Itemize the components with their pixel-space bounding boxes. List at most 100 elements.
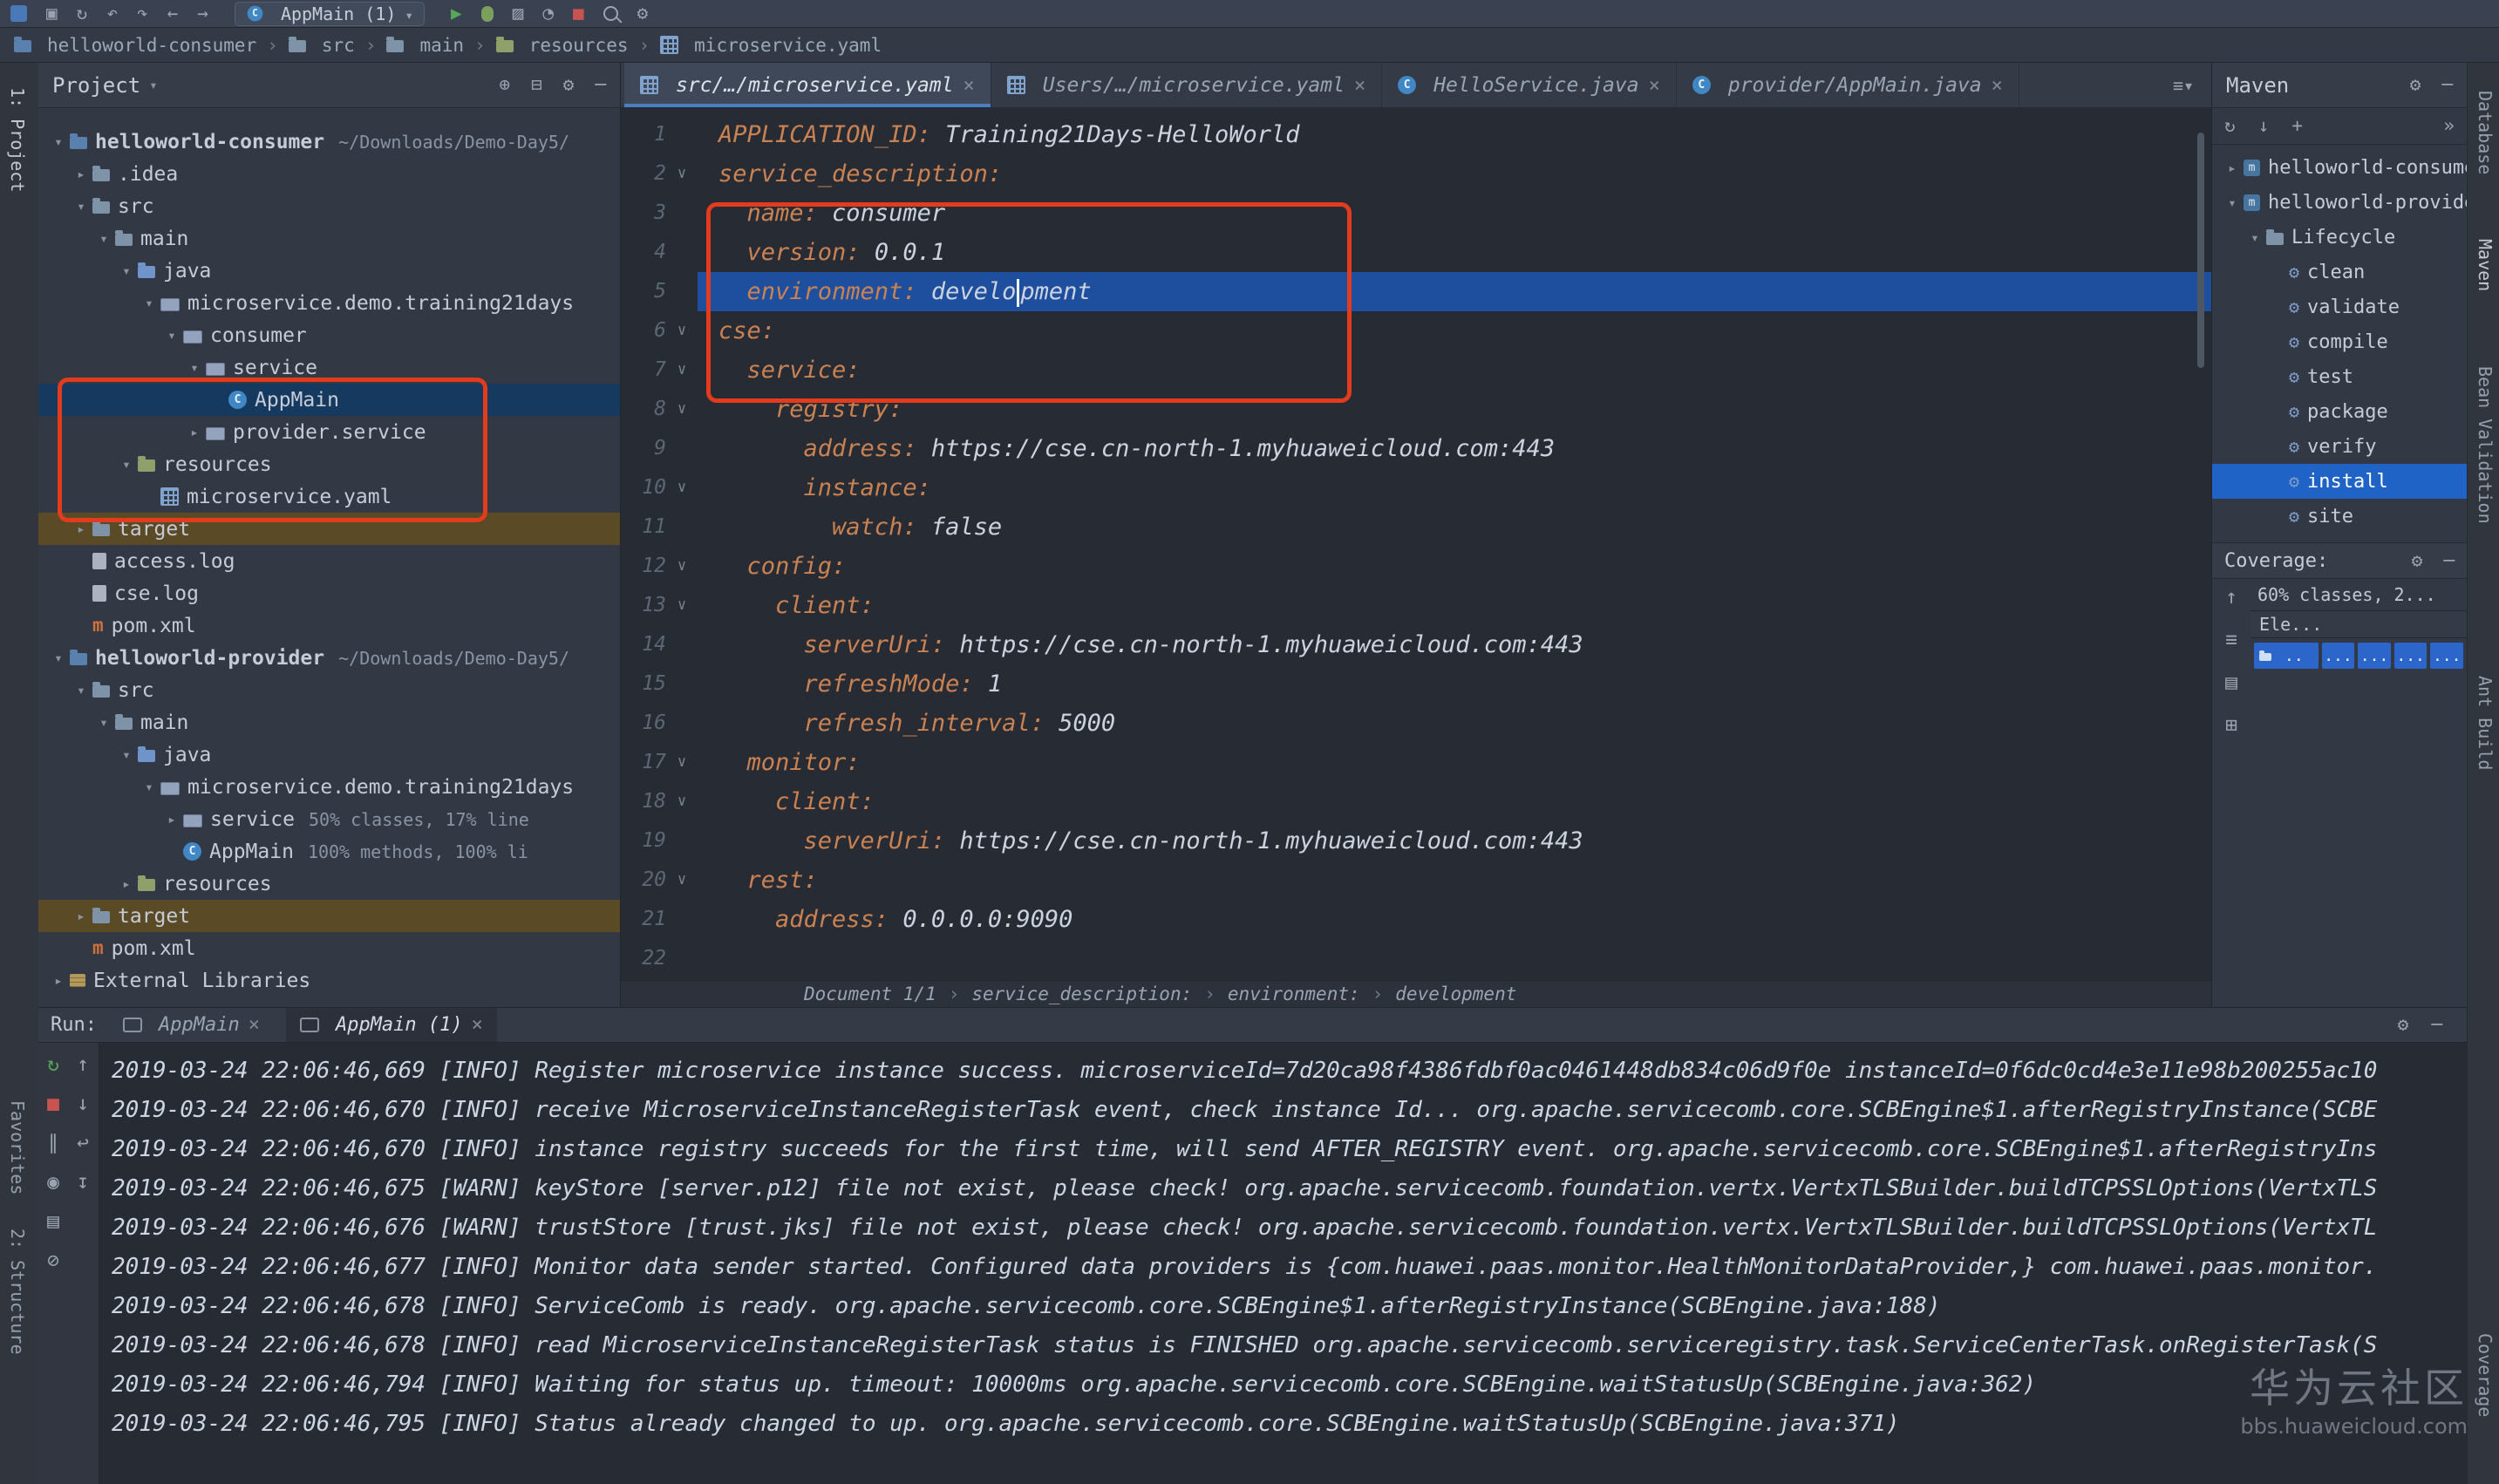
tree-row-src[interactable]: ▾src [38, 674, 620, 706]
expand-arrow-icon[interactable]: ▸ [70, 521, 92, 537]
tool-button-project[interactable]: 1: Project [7, 87, 28, 192]
sync-icon[interactable]: ↻ [2224, 117, 2236, 135]
tree-row-microservice-yaml[interactable]: microservice.yaml [38, 480, 620, 513]
tree-row-helloworld-provider[interactable]: ▾helloworld-provider [2212, 185, 2467, 220]
hide-icon[interactable]: ─ [2431, 1016, 2442, 1034]
coverage-cell[interactable]: ... [2358, 643, 2391, 669]
tree-row-helloworld-provider[interactable]: ▾helloworld-provider~/Downloads/Demo-Day… [38, 642, 620, 674]
tree-row-cse-log[interactable]: cse.log [38, 577, 620, 609]
coverage-cell[interactable]: ... [2430, 643, 2463, 669]
redo-icon[interactable]: ↷ [137, 4, 148, 23]
breadcrumb-item[interactable]: resources [496, 35, 629, 56]
expand-arrow-icon[interactable]: ▾ [70, 198, 92, 214]
forward-icon[interactable]: → [197, 4, 208, 23]
expand-arrow-icon[interactable]: ▾ [92, 230, 115, 247]
expand-arrow-icon[interactable]: ▸ [160, 811, 183, 827]
clear-icon[interactable]: ⊘ [47, 1251, 59, 1271]
locate-icon[interactable]: ⊕ [499, 76, 510, 94]
tree-row-helloworld-consumer[interactable]: ▾helloworld-consumer~/Downloads/Demo-Day… [38, 126, 620, 158]
debug-icon[interactable] [481, 6, 494, 22]
code-line-12[interactable]: 12∨ config: [621, 547, 2211, 586]
tool-button-bean-validation[interactable]: Bean Validation [2475, 366, 2496, 524]
expand-arrow-icon[interactable]: ▸ [70, 166, 92, 182]
download-icon[interactable]: ↓ [2258, 117, 2270, 135]
status-breadcrumb-item[interactable]: environment: [1228, 984, 1360, 1004]
search-icon[interactable] [603, 6, 618, 21]
softwrap-icon[interactable]: ↩ [77, 1133, 89, 1154]
expand-arrow-icon[interactable]: ▾ [47, 650, 70, 666]
code-line-6[interactable]: 6∨cse: [621, 311, 2211, 351]
tree-row-clean[interactable]: ⚙clean [2212, 255, 2467, 289]
add-icon[interactable]: + [2291, 117, 2303, 135]
expand-arrow-icon[interactable]: ▾ [115, 262, 138, 279]
coverage-table-row[interactable]: .............. [2250, 638, 2467, 673]
tree-row-java[interactable]: ▾java [38, 739, 620, 771]
fold-arrow-icon[interactable]: ∨ [666, 154, 698, 194]
tree-row-helloworld-consumer[interactable]: ▸helloworld-consumer [2212, 150, 2467, 185]
tabs-list-icon[interactable] [2173, 75, 2194, 96]
code-line-4[interactable]: 4 version: 0.0.1 [621, 233, 2211, 272]
fold-arrow-icon[interactable]: ∨ [666, 782, 698, 821]
code-line-7[interactable]: 7∨ service: [621, 351, 2211, 390]
coverage-column-header[interactable]: Ele... [2250, 610, 2467, 638]
tree-row-appmain[interactable]: AppMain [38, 384, 620, 416]
code-line-8[interactable]: 8∨ registry: [621, 390, 2211, 429]
fold-arrow-icon[interactable]: ∨ [666, 468, 698, 507]
tree-row-src[interactable]: ▾src [38, 190, 620, 222]
code-line-20[interactable]: 20∨ rest: [621, 861, 2211, 900]
tree-row-test[interactable]: ⚙test [2212, 359, 2467, 394]
code-line-2[interactable]: 2∨service_description: [621, 154, 2211, 194]
rerun-icon[interactable]: ↻ [47, 1055, 59, 1075]
editor-tab-helloservice-java[interactable]: HelloService.java [1382, 63, 1677, 107]
expand-arrow-icon[interactable]: ▾ [2244, 229, 2266, 246]
tree-row-external-libraries[interactable]: ▸External Libraries [38, 964, 620, 997]
expand-arrow-icon[interactable]: ▾ [2221, 194, 2244, 211]
breadcrumb-item[interactable]: src [289, 35, 355, 56]
tree-row-resources[interactable]: ▾resources [38, 448, 620, 480]
tree-row-service[interactable]: ▾service [38, 351, 620, 384]
run-tab-appmain[interactable]: AppMain [109, 1008, 274, 1042]
breadcrumb-item[interactable]: microservice.yaml [660, 35, 882, 56]
stop-icon[interactable]: ■ [47, 1094, 59, 1114]
expand-arrow-icon[interactable]: ▾ [115, 746, 138, 763]
editor-code[interactable]: 1APPLICATION_ID: Training21Days-HelloWor… [621, 108, 2211, 980]
back-icon[interactable]: ← [167, 4, 179, 23]
expand-arrow-icon[interactable]: ▾ [160, 327, 183, 344]
editor-tab-users-microservice-yaml[interactable]: Users/…/microservice.yaml [991, 63, 1382, 107]
expand-arrow-icon[interactable]: ▸ [183, 424, 206, 440]
run-tab-appmain-1[interactable]: AppMain (1) [286, 1008, 497, 1042]
fold-arrow-icon[interactable]: ∨ [666, 743, 698, 782]
settings-icon[interactable]: ⚙ [2412, 552, 2423, 570]
tree-row-service[interactable]: ▸service50% classes, 17% line [38, 803, 620, 835]
breadcrumb-item[interactable]: helloworld-consumer [14, 35, 256, 56]
code-line-14[interactable]: 14 serverUri: https://cse.cn-north-1.myh… [621, 625, 2211, 664]
coverage-cell[interactable]: ... [2322, 643, 2355, 669]
fold-arrow-icon[interactable]: ∨ [666, 586, 698, 625]
tree-row-microservice-demo-training21days[interactable]: ▾microservice.demo.training21days [38, 287, 620, 319]
sync-icon[interactable]: ↻ [77, 4, 88, 23]
tool-button-favorites[interactable]: Favorites [7, 1100, 28, 1195]
status-breadcrumb-item[interactable]: Document 1/1 [804, 984, 936, 1004]
close-tab-icon[interactable] [964, 74, 975, 97]
expand-arrow-icon[interactable]: ▾ [115, 456, 138, 473]
coverage-cell[interactable]: ... [2394, 643, 2428, 669]
close-tab-icon[interactable] [1992, 74, 2003, 97]
tree-row-main[interactable]: ▾main [38, 222, 620, 255]
pause-icon[interactable]: ∥ [48, 1133, 58, 1154]
code-line-10[interactable]: 10∨ instance: [621, 468, 2211, 507]
tool-button-database[interactable]: Database [2475, 91, 2496, 174]
expand-arrow-icon[interactable]: ▾ [47, 133, 70, 150]
tree-row-access-log[interactable]: access.log [38, 545, 620, 577]
run-config-combo[interactable]: AppMain (1) [235, 2, 425, 26]
code-line-19[interactable]: 19 serverUri: https://cse.cn-north-1.myh… [621, 821, 2211, 861]
code-line-5[interactable]: 5 environment: development [621, 272, 2211, 311]
code-line-3[interactable]: 3 name: consumer [621, 194, 2211, 233]
screenshot-icon[interactable]: ◉ [47, 1173, 59, 1193]
expand-arrow-icon[interactable]: ▾ [138, 295, 160, 311]
breadcrumb-item[interactable]: main [386, 35, 464, 56]
code-line-18[interactable]: 18∨ client: [621, 782, 2211, 821]
tree-row-compile[interactable]: ⚙compile [2212, 324, 2467, 359]
close-tab-icon[interactable] [249, 1014, 260, 1036]
flatten-icon[interactable]: ≡ [2225, 630, 2237, 650]
save-all-icon[interactable]: ▣ [46, 4, 58, 23]
